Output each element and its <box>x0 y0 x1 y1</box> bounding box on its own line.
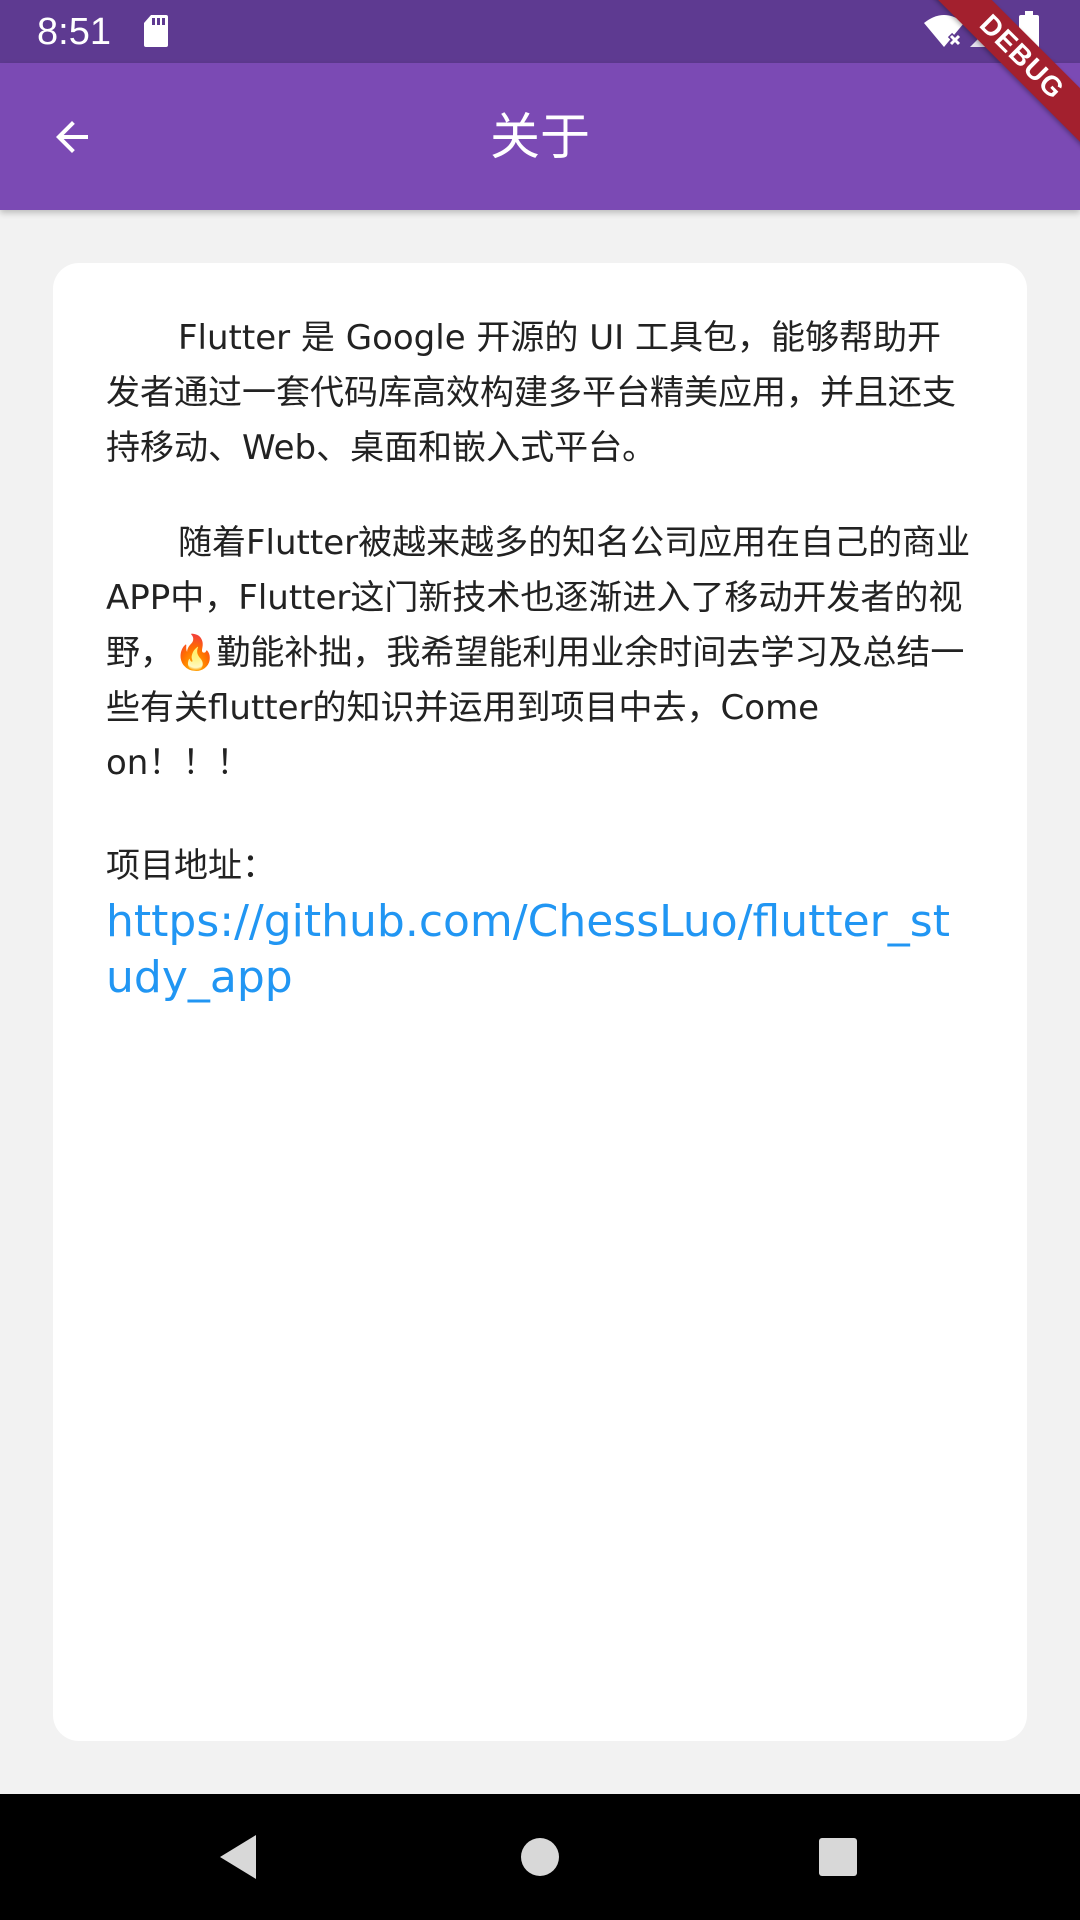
wifi-off-icon <box>924 15 964 48</box>
sd-card-icon <box>144 15 168 47</box>
battery-icon <box>1019 11 1039 50</box>
about-card: Flutter 是 Google 开源的 UI 工具包，能够帮助开发者通过一套代… <box>53 263 1027 1741</box>
repo-link[interactable]: https://github.com/ChessLuo/flutter_stud… <box>106 894 974 1006</box>
status-bar: 8:51 <box>0 0 1080 63</box>
navigation-bar <box>0 1794 1080 1920</box>
nav-back-icon <box>220 1835 256 1879</box>
intro-paragraph: Flutter 是 Google 开源的 UI 工具包，能够帮助开发者通过一套代… <box>106 318 956 468</box>
screen: 8:51 DEBUG 关于 Flutter 是 Google 开源的 UI 工具… <box>0 0 1080 1920</box>
app-bar: 关于 <box>0 63 1080 210</box>
motivation-paragraph: 随着Flutter被越来越多的知名公司应用在自己的商业APP中，Flutter这… <box>106 523 971 783</box>
nav-back-button[interactable] <box>205 1824 271 1890</box>
about-content: Flutter 是 Google 开源的 UI 工具包，能够帮助开发者通过一套代… <box>106 311 974 1006</box>
nav-home-icon <box>521 1838 559 1876</box>
status-time: 8:51 <box>37 11 111 53</box>
signal-icon <box>970 17 1000 47</box>
repo-label: 项目地址： <box>106 846 276 886</box>
page-title: 关于 <box>490 108 590 166</box>
nav-recents-button[interactable] <box>805 1824 871 1890</box>
nav-recents-icon <box>819 1838 857 1876</box>
nav-home-button[interactable] <box>507 1824 573 1890</box>
